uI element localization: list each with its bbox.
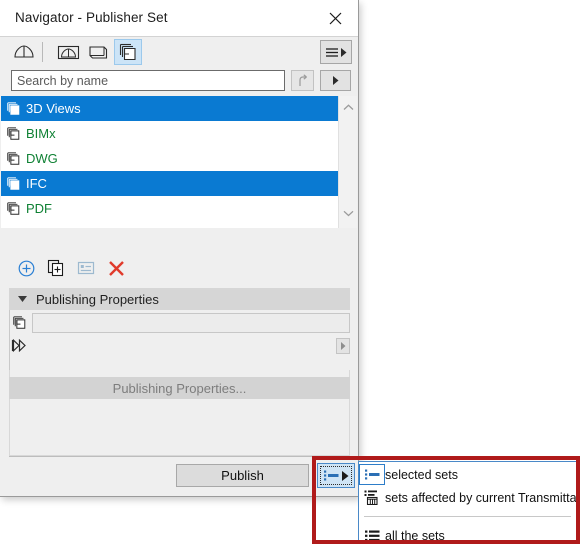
publisher-sets-list: 3D Views BIMx DWG IFC PDF [1, 96, 357, 228]
project-map-icon[interactable] [10, 39, 38, 65]
triangle-right-icon [341, 47, 347, 57]
navigator-toolbar [0, 37, 358, 67]
navigator-publisher-set-window: Navigator - Publisher Set Search by name… [0, 0, 359, 497]
publishing-set-row [9, 313, 350, 335]
chevron-up-icon[interactable] [339, 98, 358, 116]
footer-divider [9, 456, 350, 457]
menu-item[interactable]: sets affected by current Transmittal Set [359, 486, 583, 509]
search-input[interactable] [11, 70, 285, 91]
triangle-right-icon [340, 342, 346, 350]
set-properties-button[interactable] [73, 256, 99, 280]
triangle-right-icon [341, 470, 349, 481]
list-item[interactable]: DWG [1, 146, 338, 171]
list-item-label: 3D Views [26, 101, 81, 116]
window-title: Navigator - Publisher Set [15, 10, 168, 25]
publishing-path-menu-button[interactable] [336, 338, 350, 354]
list-item[interactable]: 3D Views [1, 96, 338, 121]
caret-down-icon[interactable] [18, 296, 27, 302]
new-set-button[interactable] [13, 256, 39, 280]
list-item[interactable]: IFC [1, 171, 338, 196]
publisher-set-icon [6, 201, 21, 217]
list-item-label: BIMx [26, 126, 56, 141]
menu-item[interactable]: selected sets [359, 463, 576, 486]
toolbar-separator [42, 42, 43, 62]
publish-button-label: Publish [221, 468, 264, 483]
menu-item-label: selected sets [385, 467, 458, 482]
publish-scope-menu[interactable]: selected sets sets affected by current Tr… [358, 461, 583, 543]
publishing-path-row [9, 337, 350, 357]
publisher-set-icon [12, 315, 27, 336]
screenshot-root: Navigator - Publisher Set Search by name… [0, 0, 583, 546]
selected-sets-icon [359, 464, 385, 485]
hamburger-menu-button[interactable] [320, 40, 352, 64]
search-options-button[interactable] [320, 70, 351, 91]
publish-button[interactable]: Publish [176, 464, 309, 487]
delete-set-button[interactable] [103, 256, 129, 280]
publishing-set-name-field[interactable] [32, 313, 350, 333]
publishing-properties-button[interactable]: Publishing Properties... [9, 377, 350, 399]
list-item-label: PDF [26, 201, 52, 216]
view-map-icon[interactable] [54, 39, 82, 65]
list-scroll-area[interactable]: 3D Views BIMx DWG IFC PDF [1, 96, 338, 228]
triangle-right-icon [332, 76, 339, 85]
publisher-sets-icon[interactable] [114, 39, 142, 65]
all-sets-icon [359, 530, 385, 542]
list-item-label: IFC [26, 176, 47, 191]
duplicate-set-button[interactable] [43, 256, 69, 280]
list-action-bar [0, 228, 358, 286]
publisher-set-icon [6, 151, 21, 167]
list-item[interactable]: BIMx [1, 121, 338, 146]
list-item-label: DWG [26, 151, 58, 166]
close-icon[interactable] [320, 4, 350, 32]
publisher-set-icon [6, 101, 21, 117]
double-chevron-right-icon [11, 338, 28, 357]
search-row [0, 67, 358, 95]
menu-item-label: sets affected by current Transmittal Set [385, 490, 583, 505]
publishing-properties-section-header[interactable]: Publishing Properties [9, 288, 350, 310]
transmittal-sets-icon [359, 490, 385, 505]
hamburger-icon [325, 47, 339, 58]
publishing-properties-button-label: Publishing Properties... [112, 380, 247, 396]
window-titlebar: Navigator - Publisher Set [0, 0, 358, 37]
publishing-properties-title: Publishing Properties [36, 291, 159, 307]
list-item[interactable]: PDF [1, 196, 338, 221]
chevron-down-icon[interactable] [339, 204, 358, 222]
publisher-set-icon [6, 176, 21, 192]
menu-item[interactable]: all the sets [359, 524, 576, 546]
layout-book-icon[interactable] [84, 39, 112, 65]
publish-scope-split-button[interactable] [317, 463, 355, 488]
publisher-set-icon [6, 126, 21, 142]
menu-separator [364, 516, 571, 517]
selected-sets-icon [323, 470, 339, 481]
list-vertical-scrollbar[interactable] [338, 96, 357, 228]
menu-item-label: all the sets [385, 528, 445, 543]
up-arrow-icon[interactable] [291, 70, 314, 91]
